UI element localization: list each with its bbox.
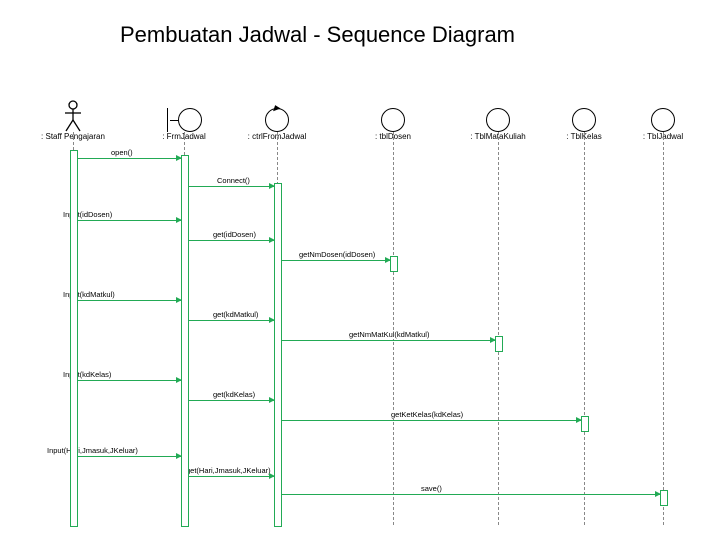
activation-kelas bbox=[581, 416, 589, 432]
actor-icon bbox=[64, 100, 82, 132]
arrow-in-dosen bbox=[78, 220, 181, 221]
activation-frm bbox=[181, 155, 189, 527]
entity-icon bbox=[572, 108, 596, 132]
arrow-in-matkul bbox=[78, 300, 181, 301]
arrow-in-hari bbox=[78, 456, 181, 457]
arrow-get-kelas bbox=[189, 400, 274, 401]
arrow-get-hari bbox=[189, 476, 274, 477]
lifeline-dash bbox=[498, 132, 499, 525]
msg-get-matkul: get(kdMatkul) bbox=[212, 310, 259, 319]
arrow-getnm-dosen bbox=[282, 260, 390, 261]
msg-get-kelas: get(kdKelas) bbox=[212, 390, 256, 399]
activation-actor bbox=[70, 150, 78, 527]
arrow-get-matkul bbox=[189, 320, 274, 321]
msg-getnm-matkul: getNmMatKul(kdMatkul) bbox=[348, 330, 430, 339]
activation-ctrl bbox=[274, 183, 282, 527]
activation-jadwal bbox=[660, 490, 668, 506]
activation-dosen bbox=[390, 256, 398, 272]
msg-get-hari: get(Hari,Jmasuk,JKeluar) bbox=[185, 466, 272, 475]
arrow-get-dosen bbox=[189, 240, 274, 241]
lifeline-dash bbox=[393, 132, 394, 525]
msg-get-dosen: get(idDosen) bbox=[212, 230, 257, 239]
lifeline-dash bbox=[663, 132, 664, 525]
arrow-in-kelas bbox=[78, 380, 181, 381]
msg-getket-kelas: getKetKelas(kdKelas) bbox=[390, 410, 464, 419]
lifeline-dash bbox=[584, 132, 585, 525]
msg-open: open() bbox=[110, 148, 134, 157]
boundary-icon bbox=[167, 108, 202, 132]
msg-connect: Connect() bbox=[216, 176, 251, 185]
msg-getnm-dosen: getNmDosen(idDosen) bbox=[298, 250, 376, 259]
entity-icon bbox=[381, 108, 405, 132]
activation-matkul bbox=[495, 336, 503, 352]
msg-in-hari: Input(Hari,Jmasuk,JKeluar) bbox=[46, 446, 139, 455]
msg-save: save() bbox=[420, 484, 443, 493]
arrow-getket-kelas bbox=[282, 420, 581, 421]
control-icon bbox=[265, 108, 289, 132]
entity-icon bbox=[486, 108, 510, 132]
arrow-getnm-matkul bbox=[282, 340, 495, 341]
arrow-connect bbox=[189, 186, 274, 187]
entity-icon bbox=[651, 108, 675, 132]
diagram-title: Pembuatan Jadwal - Sequence Diagram bbox=[120, 22, 515, 48]
arrow-open bbox=[78, 158, 181, 159]
arrow-save bbox=[282, 494, 660, 495]
